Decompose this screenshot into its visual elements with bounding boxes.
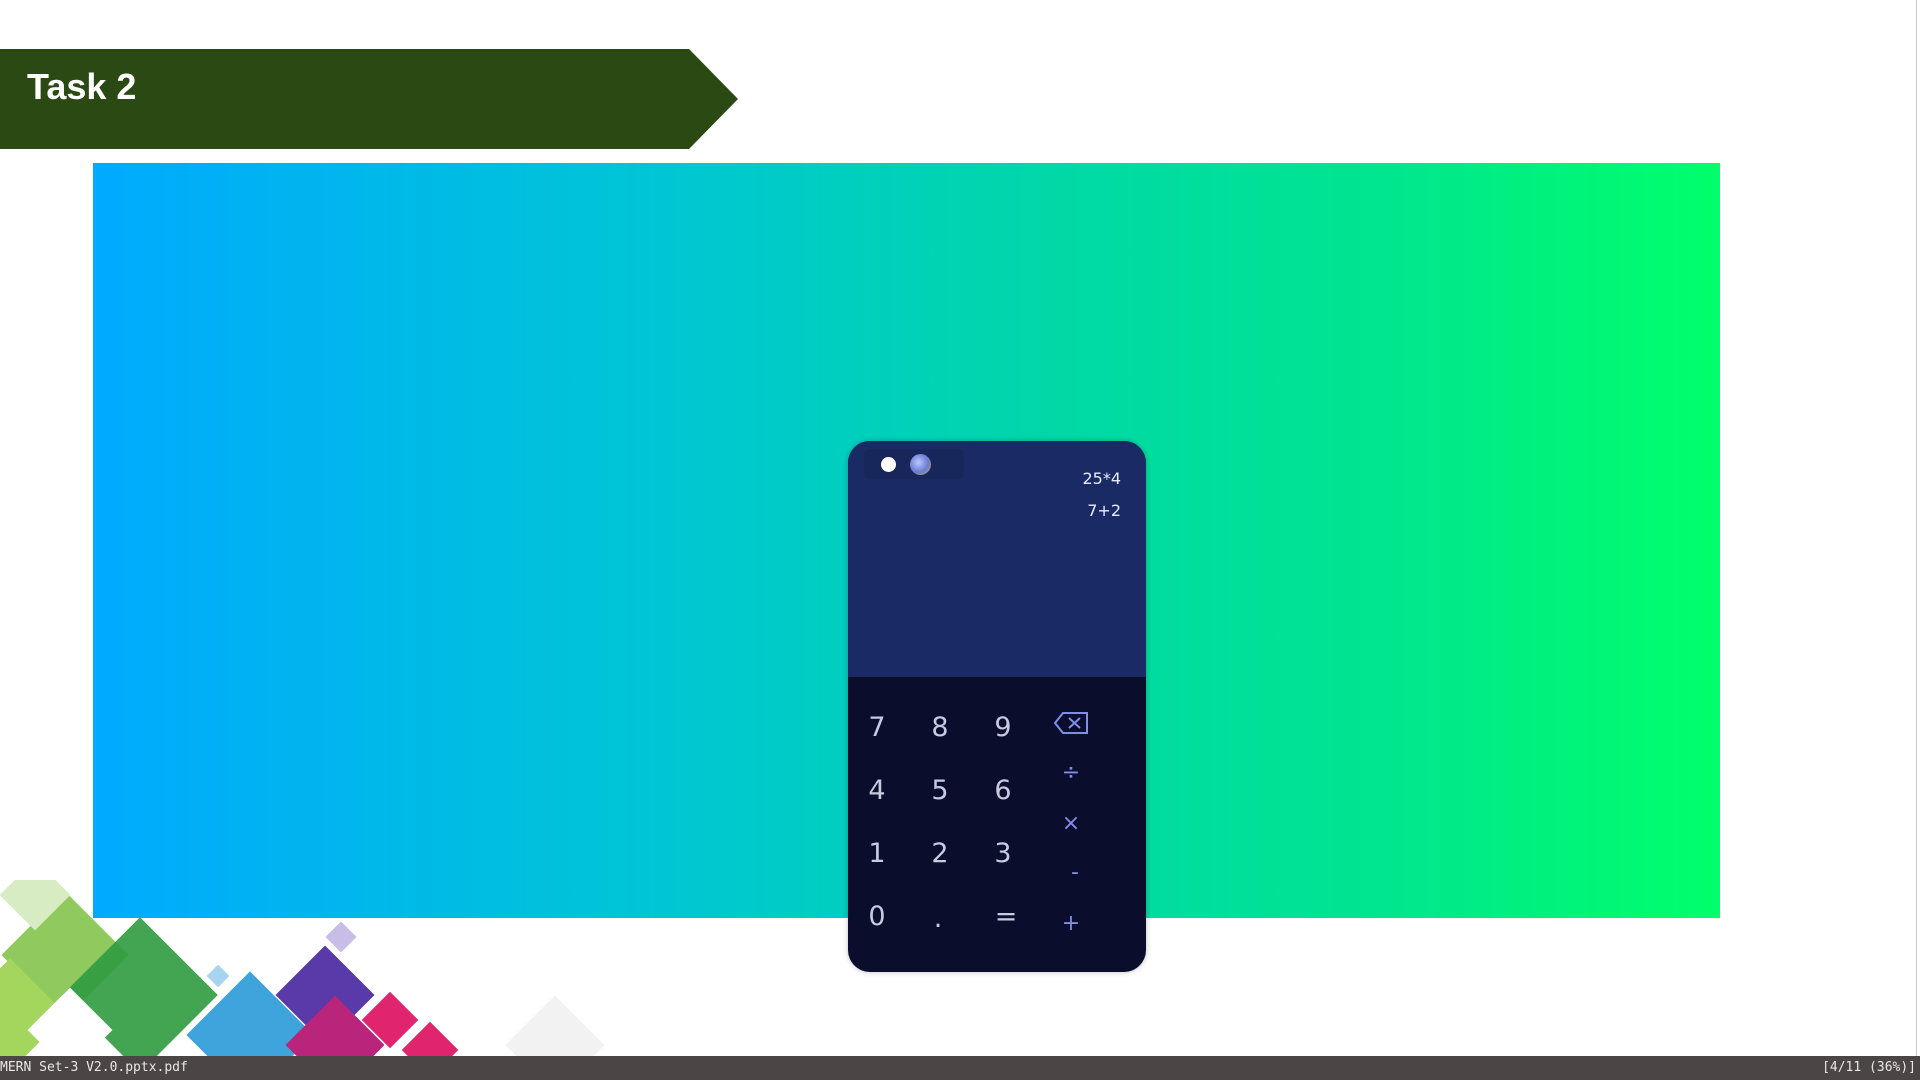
status-page-info: [4/11 (36%)]	[1822, 1060, 1916, 1075]
history-entry: 7+2	[1087, 501, 1121, 520]
theme-toggle[interactable]	[864, 449, 964, 479]
calculator-display: 25*4 7+2	[848, 441, 1146, 677]
divide-key[interactable]: ÷	[1051, 753, 1091, 793]
status-bar: MERN Set-3 V2.0.pptx.pdf [4/11 (36%)]	[0, 1056, 1920, 1080]
subtract-key[interactable]: -	[1055, 853, 1095, 893]
slide-title: Task 2	[27, 66, 137, 107]
decorative-tiles	[0, 880, 640, 1056]
dark-mode-icon[interactable]	[910, 454, 931, 475]
backspace-icon[interactable]	[1051, 705, 1091, 745]
equals-key[interactable]: =	[986, 897, 1026, 937]
phone-mockup: 25*4 7+2 7 8 9 4 5 6 ÷ 1 2 3 × - 0 . = +	[848, 441, 1146, 972]
key-0[interactable]: 0	[857, 897, 897, 937]
light-mode-icon[interactable]	[881, 457, 896, 472]
add-key[interactable]: +	[1051, 904, 1091, 944]
multiply-key[interactable]: ×	[1051, 804, 1091, 844]
history-entry: 25*4	[1082, 469, 1121, 488]
key-8[interactable]: 8	[920, 708, 960, 748]
decimal-key[interactable]: .	[918, 899, 958, 939]
status-filename: MERN Set-3 V2.0.pptx.pdf	[0, 1060, 188, 1075]
title-banner: Task 2	[0, 49, 738, 149]
key-6[interactable]: 6	[983, 771, 1023, 811]
key-4[interactable]: 4	[857, 771, 897, 811]
key-9[interactable]: 9	[983, 708, 1023, 748]
slide-page: Task 2 25*4 7+2 7 8 9 4 5 6 ÷ 1 2 3 × - …	[0, 0, 1920, 1056]
key-5[interactable]: 5	[920, 771, 960, 811]
key-7[interactable]: 7	[857, 708, 897, 748]
key-2[interactable]: 2	[920, 834, 960, 874]
calculator-screenshot-image: 25*4 7+2 7 8 9 4 5 6 ÷ 1 2 3 × - 0 . = +	[93, 163, 1720, 972]
page-edge-divider	[1916, 0, 1917, 1056]
key-3[interactable]: 3	[983, 834, 1023, 874]
keypad: 7 8 9 4 5 6 ÷ 1 2 3 × - 0 . = +	[848, 677, 1146, 972]
key-1[interactable]: 1	[857, 834, 897, 874]
